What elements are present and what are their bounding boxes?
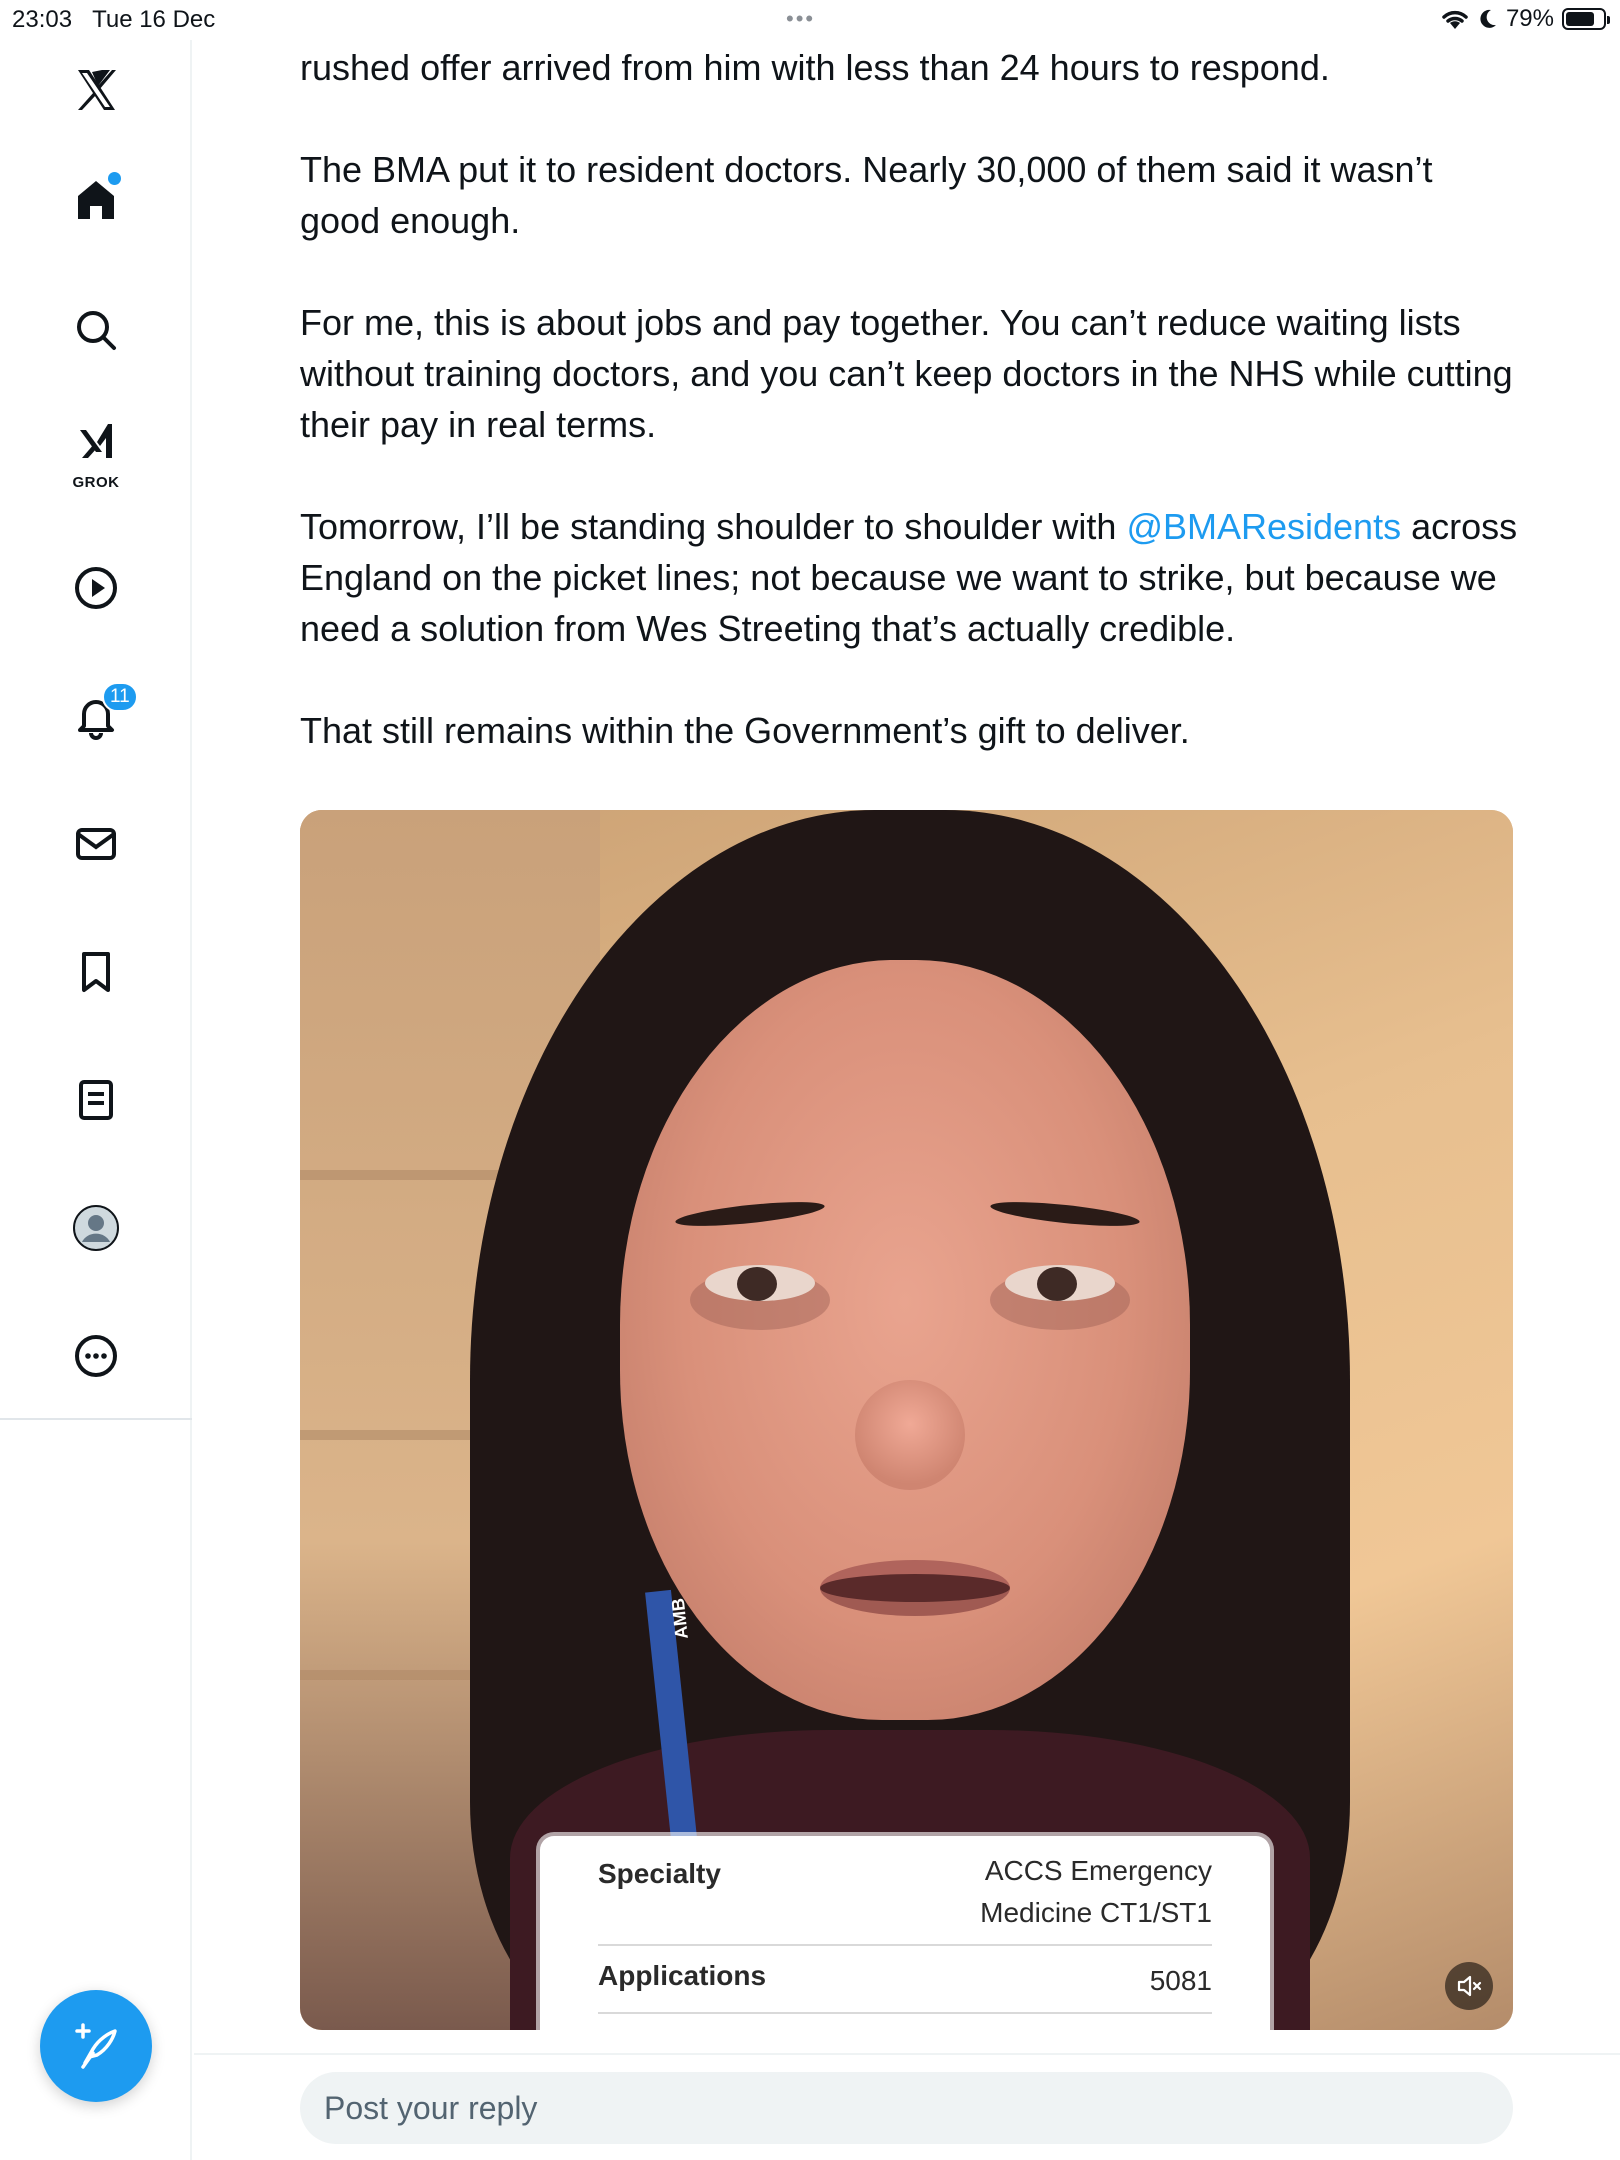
lanyard-text: AMB bbox=[667, 1597, 692, 1640]
post-paragraph: That still remains within the Government… bbox=[300, 710, 1190, 751]
lists-icon bbox=[79, 1080, 113, 1120]
status-time: 23:03 Tue 16 Dec bbox=[12, 6, 216, 33]
sidebar-item-grok[interactable]: GROK bbox=[56, 414, 136, 494]
post-text: Tomorrow, I’ll be standing shoulder to s… bbox=[300, 506, 1127, 547]
bookmark-icon bbox=[82, 952, 110, 992]
sidebar-item-messages[interactable] bbox=[56, 804, 136, 884]
video-person-face bbox=[620, 960, 1190, 1720]
video-mouth bbox=[820, 1560, 1010, 1616]
sidebar-nav: GROK 11 bbox=[0, 40, 192, 2160]
sidebar-item-more[interactable] bbox=[56, 1316, 136, 1396]
post-paragraph: Tomorrow, I’ll be standing shoulder to s… bbox=[300, 501, 1520, 654]
specialty-value: ACCS Emergency Medicine CT1/ST1 bbox=[980, 1855, 1212, 1928]
reply-input[interactable]: Post your reply bbox=[300, 2072, 1513, 2144]
video-nose bbox=[855, 1380, 965, 1490]
messages-mail-icon bbox=[76, 828, 116, 860]
card-row-applications: Applications 5081 bbox=[598, 1960, 1212, 2002]
video-iris bbox=[1037, 1267, 1077, 1301]
muted-speaker-icon bbox=[1457, 1975, 1482, 1997]
sidebar-item-lists[interactable] bbox=[56, 1060, 136, 1140]
moon-icon bbox=[1480, 9, 1496, 28]
sidebar-item-notifications[interactable]: 11 bbox=[56, 676, 138, 756]
card-row-specialty: Specialty ACCS Emergency Medicine CT1/ST… bbox=[598, 1850, 1212, 1934]
battery-level bbox=[1566, 12, 1595, 26]
profile-avatar-icon bbox=[73, 1205, 119, 1251]
sidebar-item-video[interactable] bbox=[56, 548, 136, 628]
video-info-card: Specialty ACCS Emergency Medicine CT1/ST… bbox=[540, 1836, 1270, 2030]
home-unread-dot bbox=[108, 172, 121, 185]
applications-label: Applications bbox=[598, 1960, 767, 1991]
compose-post-button[interactable] bbox=[40, 1990, 152, 2102]
specialty-label: Specialty bbox=[598, 1858, 721, 1889]
grok-icon bbox=[80, 424, 112, 458]
sidebar-divider bbox=[0, 1418, 192, 1420]
battery-icon bbox=[1562, 8, 1610, 30]
more-icon bbox=[75, 1335, 117, 1377]
mention-link[interactable]: @BMAResidents bbox=[1126, 506, 1401, 547]
compose-feather-icon bbox=[75, 2023, 117, 2069]
video-eyebrow bbox=[989, 1197, 1141, 1231]
reply-divider bbox=[194, 2053, 1620, 2055]
status-indicators: 79% bbox=[1440, 5, 1610, 33]
wifi-icon bbox=[1442, 10, 1468, 29]
battery-percent: 79% bbox=[1505, 5, 1554, 32]
post-paragraph: The BMA put it to resident doctors. Near… bbox=[300, 149, 1433, 241]
status-bar: 23:03 Tue 16 Dec ••• 79% bbox=[0, 0, 1620, 40]
video-eye bbox=[1005, 1265, 1115, 1301]
x-logo-icon[interactable] bbox=[56, 50, 136, 130]
video-eyebrow bbox=[674, 1197, 826, 1231]
sidebar-item-profile[interactable] bbox=[56, 1188, 136, 1268]
applications-value: 5081 bbox=[1149, 1965, 1212, 1996]
grok-label: GROK bbox=[72, 474, 120, 491]
post-paragraph: rushed offer arrived from him with less … bbox=[300, 47, 1330, 88]
card-divider bbox=[598, 1944, 1212, 1946]
post-body: rushed offer arrived from him with less … bbox=[300, 40, 1520, 807]
multitasking-dots[interactable]: ••• bbox=[786, 6, 815, 32]
sidebar-item-bookmarks[interactable] bbox=[56, 932, 136, 1012]
sidebar-item-search[interactable] bbox=[56, 290, 136, 370]
video-player[interactable]: AMB Specialty ACCS Emergency Medicine CT… bbox=[300, 810, 1513, 2030]
video-eye bbox=[705, 1265, 815, 1301]
mute-toggle-button[interactable] bbox=[1445, 1962, 1493, 2010]
sidebar-item-home[interactable] bbox=[56, 160, 136, 240]
card-divider bbox=[598, 2012, 1212, 2014]
video-iris bbox=[737, 1267, 777, 1301]
video-play-icon bbox=[75, 567, 117, 609]
post-paragraph: For me, this is about jobs and pay toget… bbox=[300, 302, 1513, 445]
notification-count-badge: 11 bbox=[102, 682, 138, 712]
search-icon bbox=[77, 311, 116, 350]
